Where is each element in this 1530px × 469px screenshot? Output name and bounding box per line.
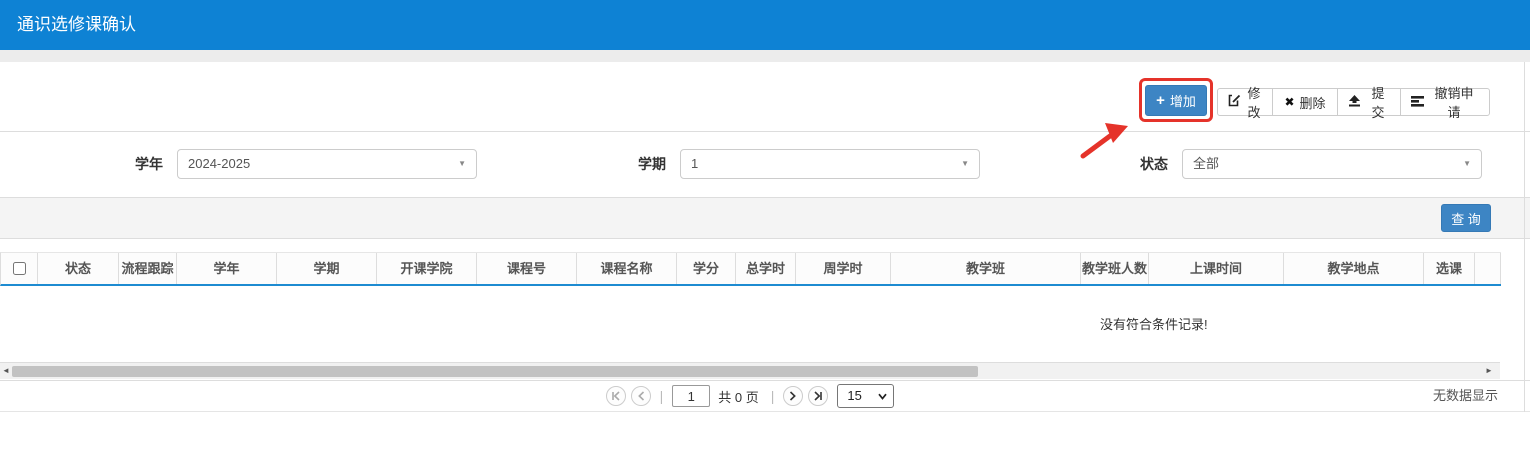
term-label: 学期 (638, 149, 666, 179)
page-size-select[interactable]: 15 (837, 384, 894, 408)
column-header-year[interactable]: 学年 (177, 253, 277, 284)
submit-button-label: 提交 (1366, 83, 1390, 121)
query-button[interactable]: 查 询 (1441, 204, 1491, 232)
delete-button[interactable]: ✖ 删除 (1272, 88, 1338, 116)
year-select[interactable]: 2024-2025 ▼ (177, 149, 477, 179)
status-select-value: 全部 (1193, 156, 1219, 171)
column-header-total-hours[interactable]: 总学时 (736, 253, 796, 284)
column-header-term[interactable]: 学期 (277, 253, 377, 284)
column-header-college[interactable]: 开课学院 (377, 253, 477, 284)
column-header-class-time[interactable]: 上课时间 (1149, 253, 1284, 284)
term-select[interactable]: 1 ▼ (680, 149, 980, 179)
last-page-button[interactable] (808, 386, 828, 406)
caret-down-icon: ▼ (458, 150, 466, 178)
x-icon: ✖ (1284, 96, 1294, 108)
column-header-class[interactable]: 教学班 (891, 253, 1081, 284)
column-header-process-track[interactable]: 流程跟踪 (119, 253, 177, 284)
next-page-icon (789, 391, 797, 401)
add-button-label: 增加 (1170, 91, 1196, 110)
first-page-button[interactable] (606, 386, 626, 406)
column-header-credits[interactable]: 学分 (677, 253, 736, 284)
modify-button[interactable]: 修改 (1217, 88, 1273, 116)
plus-icon: + (1156, 93, 1165, 108)
pager-separator: | (767, 388, 779, 404)
edit-icon (1228, 94, 1241, 110)
scroll-right-icon[interactable]: ► (1485, 363, 1493, 379)
filter-group-year: 学年 2024-2025 ▼ (135, 149, 477, 179)
filter-group-status: 状态 全部 ▼ (1140, 149, 1482, 179)
grid-header-row: 状态 流程跟踪 学年 学期 开课学院 课程号 课程名称 学分 总学时 周学时 教… (0, 252, 1501, 286)
submit-button[interactable]: 提交 (1337, 88, 1401, 116)
caret-down-icon: ▼ (961, 150, 969, 178)
empty-records-message: 没有符合条件记录! (1100, 314, 1208, 333)
pager-separator: | (656, 388, 668, 404)
column-header-weekly-hours[interactable]: 周学时 (796, 253, 891, 284)
prev-page-icon (637, 391, 645, 401)
year-select-value: 2024-2025 (188, 156, 250, 171)
total-pages-label: 共 0 页 (718, 387, 758, 406)
pagination-bar: | 共 0 页 | 15 无数据显示 (0, 380, 1530, 412)
modify-button-label: 修改 (1246, 83, 1262, 121)
pager-controls: | 共 0 页 | 15 (0, 381, 1500, 411)
page-title: 通识选修课确认 (0, 0, 1530, 50)
column-header-class-size[interactable]: 教学班人数 (1081, 253, 1149, 284)
add-button[interactable]: + 增加 (1145, 85, 1207, 116)
grid-body: 没有符合条件记录! (0, 286, 1500, 362)
status-select[interactable]: 全部 ▼ (1182, 149, 1482, 179)
filter-group-term: 学期 1 ▼ (638, 149, 980, 179)
upload-icon (1348, 94, 1361, 110)
column-header-status[interactable]: 状态 (38, 253, 119, 284)
title-sub-strip (0, 50, 1530, 62)
scrollbar-thumb[interactable] (12, 366, 978, 377)
delete-button-label: 删除 (1300, 93, 1326, 112)
select-all-cell (1, 253, 38, 284)
caret-down-icon: ▼ (1463, 150, 1471, 178)
query-strip (0, 197, 1530, 239)
last-page-icon (813, 391, 824, 401)
prev-page-button[interactable] (631, 386, 651, 406)
column-header-location[interactable]: 教学地点 (1284, 253, 1424, 284)
column-header-selection[interactable]: 选课 (1424, 253, 1475, 284)
column-header-course-name[interactable]: 课程名称 (577, 253, 677, 284)
withdraw-button[interactable]: 撤销申请 (1400, 88, 1490, 116)
page-size-value: 15 (847, 388, 861, 403)
term-select-value: 1 (691, 156, 698, 171)
title-bar: 通识选修课确认 (0, 0, 1530, 50)
select-all-checkbox[interactable] (13, 262, 26, 275)
no-data-label: 无数据显示 (1433, 381, 1498, 411)
first-page-icon (610, 391, 621, 401)
horizontal-scrollbar[interactable]: ◄ ► (0, 362, 1500, 379)
status-label: 状态 (1140, 149, 1168, 179)
filter-bar: 学年 2024-2025 ▼ 学期 1 ▼ 状态 全部 ▼ (0, 132, 1530, 197)
year-label: 学年 (135, 149, 163, 179)
scroll-left-icon[interactable]: ◄ (2, 363, 10, 379)
chevron-down-icon (878, 393, 887, 400)
next-page-button[interactable] (783, 386, 803, 406)
page-number-input[interactable] (672, 385, 710, 407)
withdraw-button-label: 撤销申请 (1429, 83, 1479, 121)
list-bars-icon (1411, 95, 1424, 110)
column-header-spacer (1475, 253, 1501, 284)
annotation-highlight-box: + 增加 (1139, 78, 1213, 122)
column-header-course-no[interactable]: 课程号 (477, 253, 577, 284)
page: 通识选修课确认 + 增加 修改 ✖ 删除 提交 (0, 0, 1530, 469)
toolbar-button-group: 修改 ✖ 删除 提交 撤销申请 (1217, 88, 1490, 116)
panel-right-border (1524, 62, 1525, 412)
